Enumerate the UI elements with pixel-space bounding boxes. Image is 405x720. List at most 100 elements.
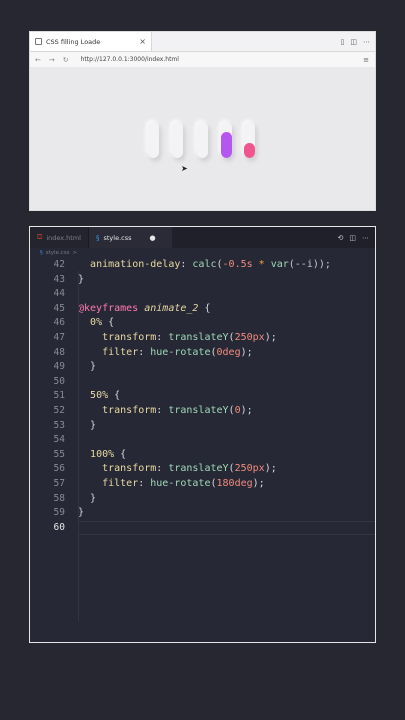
line-text: filter: hue-rotate(0deg); xyxy=(78,346,253,361)
line-text: 50% { xyxy=(78,389,120,404)
code-token: transform xyxy=(102,331,157,343)
code-token: transform xyxy=(102,463,157,475)
css-file-icon: § xyxy=(40,250,43,256)
code-token: hue-rotate xyxy=(150,477,211,489)
close-tab-icon[interactable]: × xyxy=(139,37,146,46)
lock-icon[interactable]: ◫ xyxy=(350,38,357,46)
code-token: : xyxy=(180,259,193,270)
line-number: 46 xyxy=(53,317,65,329)
code-line[interactable]: 57 filter: hue-rotate(180deg); xyxy=(30,477,375,492)
editor-actions: ⟲ ◫ ⋯ xyxy=(338,227,370,248)
back-icon[interactable]: ← xyxy=(35,56,41,64)
line-text: 100% { xyxy=(78,448,126,463)
code-area[interactable]: 42 animation-delay: calc(-0.5s * var(--i… xyxy=(30,258,375,535)
browser-tab[interactable]: CSS filling Loade × xyxy=(30,32,152,51)
code-token: { xyxy=(198,302,211,314)
code-token: translateY xyxy=(168,404,229,416)
forward-icon[interactable]: → xyxy=(49,56,55,64)
code-line[interactable]: 54 xyxy=(30,433,375,448)
tab-style-css[interactable]: § style.css ● xyxy=(88,227,172,248)
more-actions-icon[interactable]: ⋯ xyxy=(362,234,369,242)
code-token: -0.5s xyxy=(222,259,253,270)
split-editor-icon[interactable]: ◫ xyxy=(349,234,356,242)
line-number: 51 xyxy=(53,390,65,402)
code-line[interactable]: 53 } xyxy=(30,419,375,434)
code-token: : xyxy=(138,477,151,489)
code-token: } xyxy=(90,419,97,431)
code-line[interactable]: 51 50% { xyxy=(30,389,375,404)
line-text: animation-delay: calc(-0.5s * var(--i)); xyxy=(78,258,331,273)
code-line[interactable]: 46 0% { xyxy=(30,316,375,331)
code-line[interactable]: 55 100% { xyxy=(30,448,375,463)
code-token: translateY xyxy=(168,331,229,343)
code-line[interactable]: 60 xyxy=(30,520,375,536)
code-token: filter xyxy=(102,346,139,358)
code-line[interactable]: 48 filter: hue-rotate(0deg); xyxy=(30,346,375,361)
more-icon[interactable]: ⋯ xyxy=(363,38,370,46)
code-line[interactable]: 52 transform: translateY(0); xyxy=(30,404,375,419)
code-line[interactable]: 44 xyxy=(30,287,375,302)
code-token: * xyxy=(252,259,271,270)
browser-tab-title: CSS filling Loade xyxy=(46,37,101,46)
loader-tube xyxy=(172,122,183,158)
code-line[interactable]: 50 xyxy=(30,375,375,390)
line-number: 55 xyxy=(53,448,65,460)
loader-tube xyxy=(148,122,159,158)
url-field[interactable]: http://127.0.0.1:3000/index.html xyxy=(81,56,179,63)
code-token: (--i)); xyxy=(288,259,331,270)
tab-index-html[interactable]: ⛋ index.html xyxy=(30,227,89,248)
split-view-icon[interactable]: ▯ xyxy=(341,38,345,46)
code-token: @keyframes xyxy=(78,302,139,314)
code-token: { xyxy=(102,317,115,329)
line-number: 43 xyxy=(53,273,65,285)
page-viewport: ➤ xyxy=(30,67,375,210)
code-line[interactable]: 49 } xyxy=(30,360,375,375)
code-line[interactable]: 59} xyxy=(30,506,375,521)
line-number: 49 xyxy=(53,361,65,373)
line-text: @keyframes animate_2 { xyxy=(78,302,210,317)
code-token: filter xyxy=(102,477,139,489)
line-text: } xyxy=(78,419,96,434)
code-line[interactable]: 43} xyxy=(30,273,375,288)
code-token: calc xyxy=(192,259,217,270)
line-text: } xyxy=(78,360,96,375)
breadcrumb-file[interactable]: style.css xyxy=(46,250,70,256)
code-token: animation-delay xyxy=(90,259,181,270)
line-text: filter: hue-rotate(180deg); xyxy=(78,477,265,492)
mouse-cursor-icon: ➤ xyxy=(181,164,188,173)
code-token: hue-rotate xyxy=(150,346,211,358)
address-bar: ← → ↻ http://127.0.0.1:3000/index.html ≡ xyxy=(30,52,375,68)
editor-tab-bar: ⛋ index.html § style.css ● ⟲ ◫ ⋯ xyxy=(30,227,375,248)
menu-icon[interactable]: ≡ xyxy=(363,56,369,64)
line-number: 45 xyxy=(53,302,65,314)
code-line[interactable]: 56 transform: translateY(250px); xyxy=(30,462,375,477)
code-line[interactable]: 42 animation-delay: calc(-0.5s * var(--i… xyxy=(30,258,375,273)
browser-window: CSS filling Loade × ▯ ◫ ⋯ ← → ↻ http://1… xyxy=(29,31,376,211)
line-text: transform: translateY(250px); xyxy=(78,462,277,477)
code-token: translateY xyxy=(168,463,229,475)
tube-fill xyxy=(244,142,255,158)
code-token: : xyxy=(138,346,151,358)
line-number: 58 xyxy=(53,492,65,504)
code-line[interactable]: 58 } xyxy=(30,492,375,507)
unsaved-dot-icon[interactable]: ● xyxy=(149,234,155,242)
code-token: ); xyxy=(240,346,253,358)
code-line[interactable]: 45 @keyframes animate_2 { xyxy=(30,302,375,317)
code-token: { xyxy=(114,448,127,460)
line-number: 48 xyxy=(53,346,65,358)
history-icon[interactable]: ⟲ xyxy=(338,234,344,242)
code-token: animate_2 xyxy=(144,302,199,314)
code-editor: ⛋ index.html § style.css ● ⟲ ◫ ⋯ § style… xyxy=(29,226,376,643)
line-number: 47 xyxy=(53,331,65,343)
line-text: transform: translateY(250px); xyxy=(78,331,277,346)
reload-icon[interactable]: ↻ xyxy=(63,56,69,64)
code-line[interactable]: 47 transform: translateY(250px); xyxy=(30,331,375,346)
code-token: ); xyxy=(252,477,265,489)
code-token: var xyxy=(270,259,289,270)
